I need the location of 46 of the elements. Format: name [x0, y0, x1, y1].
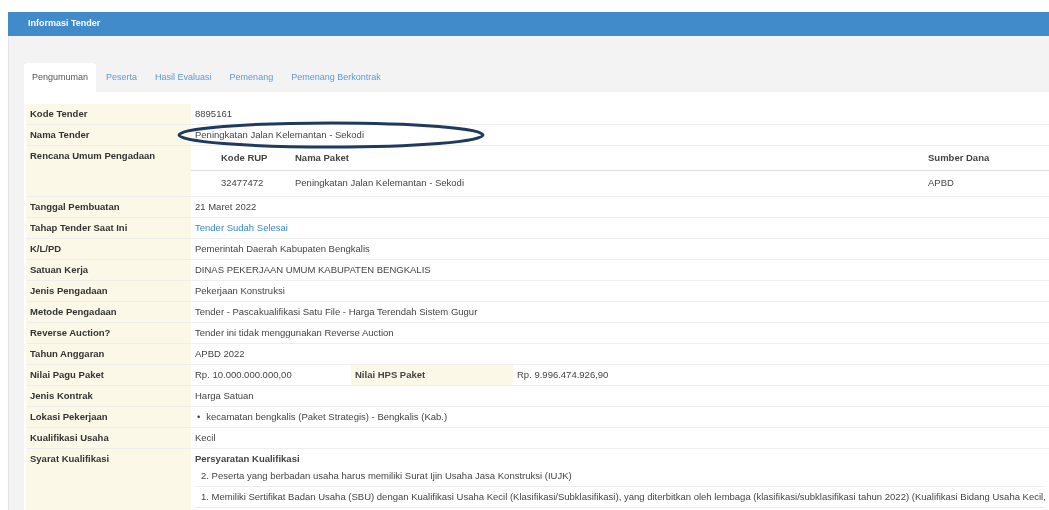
- field-value: Tender - Pascakualifikasi Satu File - Harga Terendah Sistem Gugur: [191, 301, 1049, 322]
- field-label: Jenis Kontrak: [26, 385, 191, 406]
- field-label: Nilai Pagu Paket: [26, 364, 191, 385]
- panel-header: Informasi Tender: [8, 12, 1049, 36]
- field-label: K/L/PD: [26, 238, 191, 259]
- field-value: 21 Maret 2022: [191, 196, 1049, 217]
- tab[interactable]: Hasil Evaluasi: [147, 63, 220, 92]
- field-value: Peningkatan Jalan Kelemantan - Sekodi: [191, 124, 1049, 146]
- location-item: kecamatan bengkalis (Paket Strategis) - Bengkalis (Kab.): [206, 409, 448, 424]
- field-label: Lokasi Pekerjaan: [26, 406, 191, 427]
- column-header: Nama Paket: [291, 146, 924, 171]
- field-label: Rencana Umum Pengadaan: [26, 145, 191, 196]
- field-label: Kualifikasi Usaha: [26, 427, 191, 448]
- tab[interactable]: Peserta: [98, 63, 146, 92]
- table-cell: Peningkatan Jalan Kelemantan - Sekodi: [291, 170, 924, 196]
- field-value: Pemerintah Daerah Kabupaten Bengkalis: [191, 238, 1049, 259]
- field-value: DINAS PEKERJAAN UMUM KABUPATEN BENGKALIS: [191, 259, 1049, 280]
- field-label: Reverse Auction?: [26, 322, 191, 343]
- tab[interactable]: Pemenang: [221, 63, 282, 92]
- field-label: Kode Tender: [26, 104, 191, 125]
- tab[interactable]: Pemenang Berkontrak: [283, 63, 389, 92]
- column-header: Sumber Dana: [924, 146, 1049, 171]
- field-value: Kecil: [191, 427, 1049, 448]
- list-bullet: •: [197, 409, 201, 424]
- requirement-text: 2. Peserta yang berbadan usaha harus memiliki Surat Ijin Usaha Jasa Konstruksi (IUJK): [195, 465, 1045, 487]
- tab[interactable]: Pengumuman: [24, 63, 97, 92]
- field-label: Metode Pengadaan: [26, 301, 191, 322]
- field-label: Syarat Kualifikasi: [26, 448, 191, 510]
- table-cell: 32477472: [191, 170, 291, 196]
- stage-link[interactable]: Tender Sudah Selesai: [195, 221, 288, 233]
- field-value: Rp. 9.996.474.926,90: [513, 364, 1049, 385]
- field-label: Tahun Anggaran: [26, 343, 191, 364]
- field-label: Nilai HPS Paket: [351, 364, 513, 385]
- section-heading: Persyaratan Kualifikasi: [195, 451, 301, 466]
- column-header: Kode RUP: [191, 146, 291, 171]
- field-label: Tanggal Pembuatan: [26, 196, 191, 217]
- field-value: 8895161: [191, 104, 1049, 125]
- field-value: Harga Satuan: [191, 385, 1049, 406]
- field-label: Satuan Kerja: [26, 259, 191, 280]
- table-cell: APBD: [924, 170, 1049, 196]
- requirement-text: 1. Memiliki Sertifikat Badan Usaha (SBU) dengan Kualifikasi Usaha Kecil (Klasifikasi/Subklasifikasi), yang diterbitkan oleh lembaga (klasifikasi/subklasifikasi tahun 2022) (Kualifikasi Bidang Usaha Kecil,: [195, 486, 1045, 508]
- field-label: Jenis Pengadaan: [26, 280, 191, 301]
- field-label: Tahap Tender Saat Ini: [26, 217, 191, 238]
- field-value: Pekerjaan Konstruksi: [191, 280, 1049, 301]
- field-value: APBD 2022: [191, 343, 1049, 364]
- field-value: Tender ini tidak menggunakan Reverse Auction: [191, 322, 1049, 343]
